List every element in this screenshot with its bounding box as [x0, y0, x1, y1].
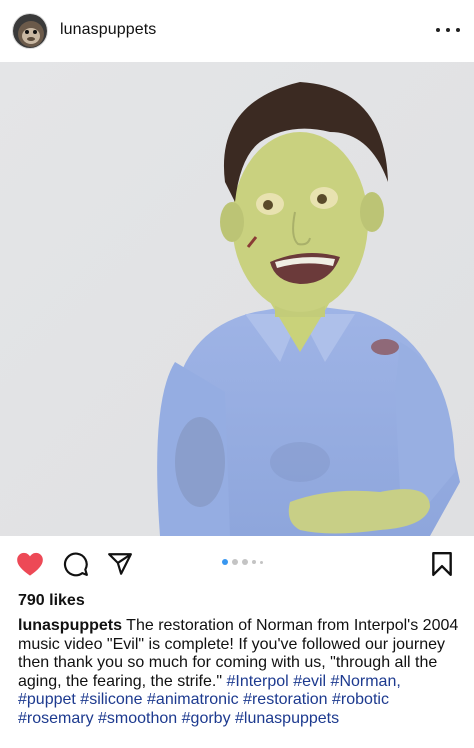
username[interactable]: lunaspuppets: [60, 21, 156, 39]
carousel-dot: [222, 559, 228, 565]
like-count[interactable]: 790 likes: [18, 592, 85, 610]
puppet-photo: [0, 62, 474, 536]
carousel-dot: [232, 559, 238, 565]
hashtag-link[interactable]: #smoothon: [98, 710, 177, 727]
comment-icon[interactable]: [62, 550, 90, 578]
hashtag-link[interactable]: #robotic: [332, 691, 389, 708]
post-header: lunaspuppets: [0, 0, 474, 62]
send-icon[interactable]: [106, 550, 134, 578]
hashtag-link[interactable]: #animatronic: [147, 691, 239, 708]
avatar[interactable]: [12, 13, 48, 49]
heart-icon[interactable]: [16, 550, 44, 578]
carousel-indicator: [222, 559, 263, 565]
hashtag-link[interactable]: #evil: [293, 673, 326, 690]
carousel-dot: [242, 559, 248, 565]
hashtag-link[interactable]: #lunaspuppets: [235, 710, 339, 727]
caption-author[interactable]: lunaspuppets: [18, 617, 122, 634]
more-options-icon[interactable]: [436, 20, 460, 40]
hashtag-link[interactable]: #Interpol: [226, 673, 288, 690]
bookmark-icon[interactable]: [428, 550, 456, 578]
hashtag-link[interactable]: #gorby: [182, 710, 231, 727]
post-image[interactable]: [0, 62, 474, 536]
hashtag-link[interactable]: #Norman,: [331, 673, 401, 690]
post-caption: lunaspuppets The restoration of Norman f…: [18, 617, 462, 728]
carousel-dot: [252, 560, 256, 564]
hashtag-link[interactable]: #silicone: [80, 691, 142, 708]
carousel-dot: [260, 560, 263, 564]
hashtag-link[interactable]: #puppet: [18, 691, 76, 708]
hashtag-link[interactable]: #restoration: [243, 691, 328, 708]
hashtag-link[interactable]: #rosemary: [18, 710, 94, 727]
monkey-avatar-icon: [13, 14, 47, 48]
